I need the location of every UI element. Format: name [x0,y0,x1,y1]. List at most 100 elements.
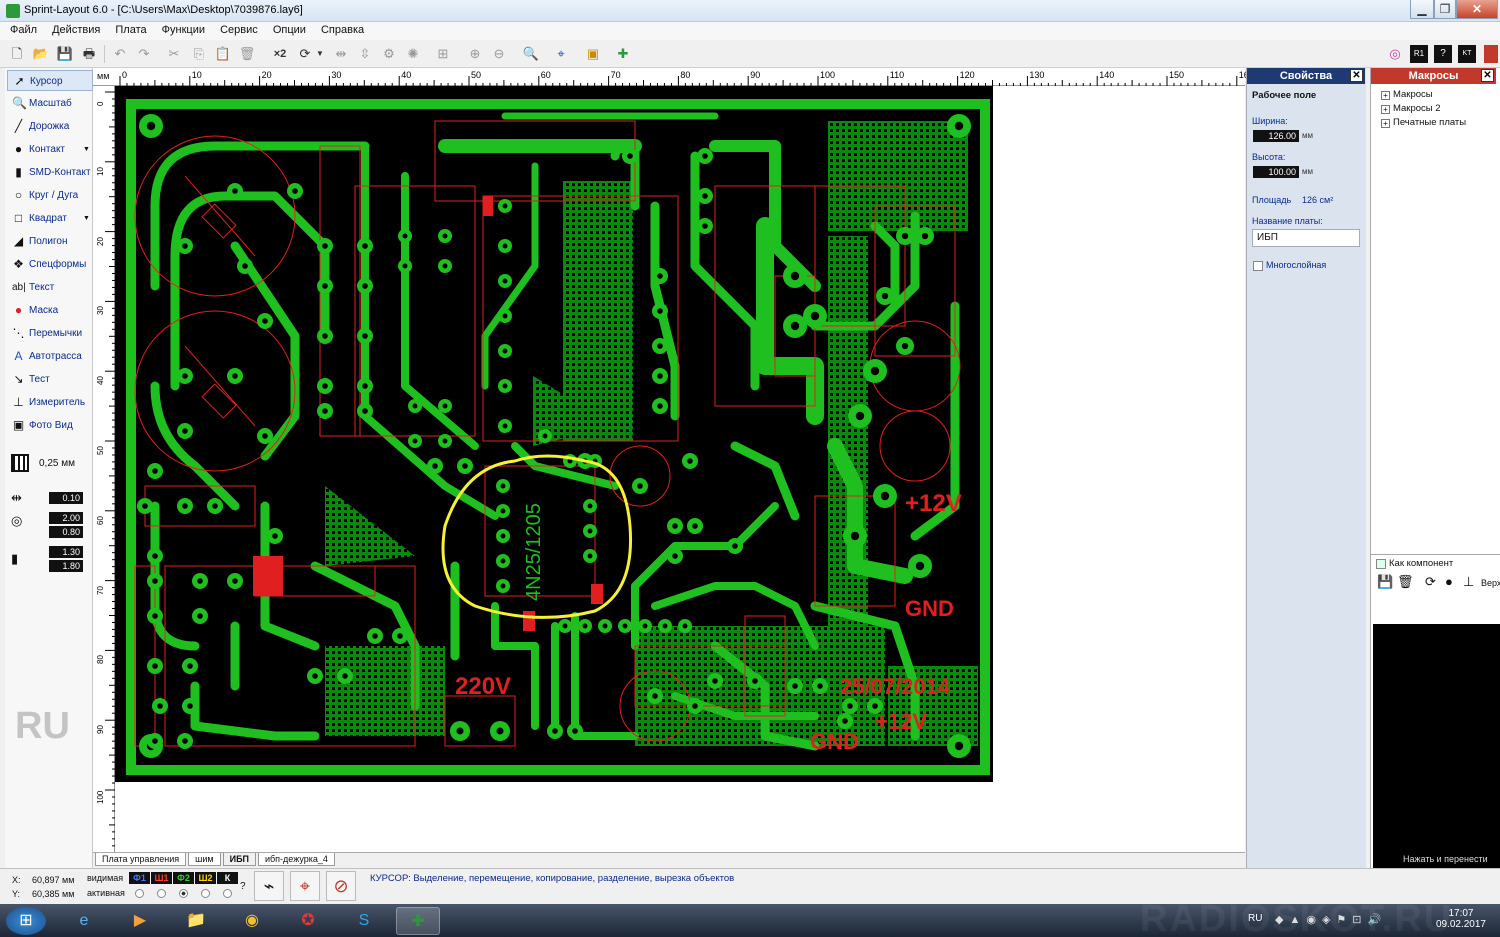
pad-inner-field[interactable]: 0.80 [49,526,83,538]
paste-icon[interactable]: 📋 [214,45,232,63]
active-layer-radio[interactable] [201,889,210,898]
height-field[interactable]: 100.00 [1253,166,1299,178]
tool-smd-pad[interactable]: ▮ SMD-Контакт [7,162,93,183]
tool-circle[interactable]: ○ Круг / Дуга [7,185,93,206]
grid-icon[interactable] [11,454,29,472]
menu-service[interactable]: Сервис [214,22,264,36]
language-indicator[interactable]: RU [1248,913,1262,924]
clock[interactable]: 17:07 09.02.2017 [1436,908,1486,930]
active-layer-radio[interactable] [223,889,232,898]
maximize-button[interactable]: ❐ [1434,0,1456,19]
macro-icon[interactable] [1484,45,1498,63]
tool-photo-view[interactable]: ▣ Фото Вид [7,415,93,436]
menu-file[interactable]: Файл [0,22,43,36]
menu-help[interactable]: Справка [315,22,370,36]
snap-icon[interactable]: ✺ [404,45,422,63]
tool-autoroute[interactable]: A Автотрасса [7,346,93,367]
unlock-icon[interactable]: ⊖ [490,45,508,63]
sprint-layout-taskbar-icon[interactable]: ✚ [396,907,440,935]
cut-icon[interactable]: ✂ [165,45,183,63]
duplicate-x2-button[interactable]: ×2 [268,45,292,63]
media-player-icon[interactable]: ▶ [118,907,162,935]
help-question[interactable]: ? [240,881,246,892]
rotate-dropdown-icon[interactable]: ▼ [314,45,326,63]
kt-icon[interactable]: KT [1458,45,1476,63]
mirror-horizontal-icon[interactable]: ⇹ [332,45,350,63]
close-button[interactable]: ✕ [1456,0,1498,19]
app-red-icon[interactable]: ✪ [286,907,330,935]
delete-icon[interactable]: 🗑 [238,45,256,63]
crosshair-button[interactable]: ⌖ [290,871,320,901]
tool-text[interactable]: ab| Текст [7,277,93,298]
tab-ups[interactable]: ИБП [222,853,256,866]
smd-height-field[interactable]: 1.80 [49,560,83,572]
active-layer-radio[interactable] [135,889,144,898]
track-width-field[interactable]: 0.10 [49,492,83,504]
expand-icon[interactable]: + [1381,91,1390,100]
place-macro-icon[interactable]: ⊥ [1463,574,1474,590]
menu-options[interactable]: Опции [267,22,312,36]
tool-pad[interactable]: ● Контакт ▼ [7,139,93,160]
close-properties-button[interactable]: ✕ [1350,69,1363,82]
align-icon[interactable]: ⚙ [380,45,398,63]
photo-view-icon[interactable]: ▣ [584,45,602,63]
r1-icon[interactable]: R1 [1410,45,1428,63]
layer-toggle-4[interactable]: К [217,872,238,884]
minimize-button[interactable]: ▁ [1410,0,1434,19]
lock-icon[interactable]: ⊕ [466,45,484,63]
tab-ups-standby[interactable]: ибп-дежурка_4 [258,853,335,866]
ring-icon[interactable]: ◎ [1386,45,1404,63]
connection-tool-button[interactable]: ⌁ [254,871,284,901]
tool-polygon[interactable]: ◢ Полигон [7,231,93,252]
zoom-icon[interactable]: 🔍 [522,45,540,63]
tab-pwm[interactable]: шим [188,853,221,866]
tray-icons[interactable]: ◆▲◉◈⚑⊡🔊 [1275,913,1387,926]
start-button-icon[interactable]: ⊞ [6,907,46,935]
open-file-icon[interactable]: 📂 [32,45,50,63]
close-macros-button[interactable]: ✕ [1481,69,1494,82]
layer-toggle-0[interactable]: Ф1 [129,872,150,884]
chrome-icon[interactable]: ◉ [230,907,274,935]
group-icon[interactable]: ⊞ [434,45,452,63]
mirror-vertical-icon[interactable]: ⇳ [356,45,374,63]
tool-special-forms[interactable]: ❖ Спецформы [7,254,93,275]
macro-folder-item[interactable]: + Макросы [1381,89,1433,100]
ie-icon[interactable]: e [62,907,106,935]
menu-functions[interactable]: Функции [156,22,211,36]
tool-cursor[interactable]: ➚ Курсор [7,70,93,91]
undo-icon[interactable]: ↶ [111,45,129,63]
active-layer-radio[interactable] [179,889,188,898]
drc-off-button[interactable]: ⊘ [326,871,356,901]
record-macro-icon[interactable]: ● [1445,574,1453,589]
save-icon[interactable]: 💾 [56,45,74,63]
tool-mask[interactable]: ● Маска [7,300,93,321]
grid-value[interactable]: 0,25 мм [39,458,75,469]
pad-outer-field[interactable]: 2.00 [49,512,83,524]
print-icon[interactable]: 🖶 [80,45,98,63]
dropdown-arrow-icon[interactable]: ▼ [83,208,90,229]
tab-control-board[interactable]: Плата управления [95,853,187,866]
smd-width-field[interactable]: 1.30 [49,546,83,558]
workspace[interactable]: 220V +12V GND 25/07/2014 +12V GND 4N25/1… [115,86,1245,852]
menu-actions[interactable]: Действия [46,22,106,36]
tool-jumper[interactable]: ⋱ Перемычки [7,323,93,344]
component-icon[interactable]: ✚ [614,45,632,63]
layer-toggle-2[interactable]: Ф2 [173,872,194,884]
as-component-checkbox[interactable] [1376,559,1386,569]
dropdown-arrow-icon[interactable]: ▼ [83,139,90,160]
active-layer-radio[interactable] [157,889,166,898]
top-side-label[interactable]: Верх [1481,578,1500,588]
macro-folder-item[interactable]: + Макросы 2 [1381,103,1441,114]
tool-test[interactable]: ↘ Тест [7,369,93,390]
explorer-icon[interactable]: 📁 [174,907,218,935]
skype-icon[interactable]: S [342,907,386,935]
expand-icon[interactable]: + [1381,105,1390,114]
zoom-fit-icon[interactable]: ⌖ [552,45,570,63]
pcb-board[interactable]: 220V +12V GND 25/07/2014 +12V GND 4N25/1… [115,86,993,782]
layer-toggle-1[interactable]: Ш1 [151,872,172,884]
tool-zoom[interactable]: 🔍 Масштаб [7,93,93,114]
expand-icon[interactable]: + [1381,119,1390,128]
tool-track[interactable]: ╱ Дорожка [7,116,93,137]
rotate-icon[interactable]: ⟳ [296,45,314,63]
macro-folder-item[interactable]: + Печатные платы [1381,117,1466,128]
